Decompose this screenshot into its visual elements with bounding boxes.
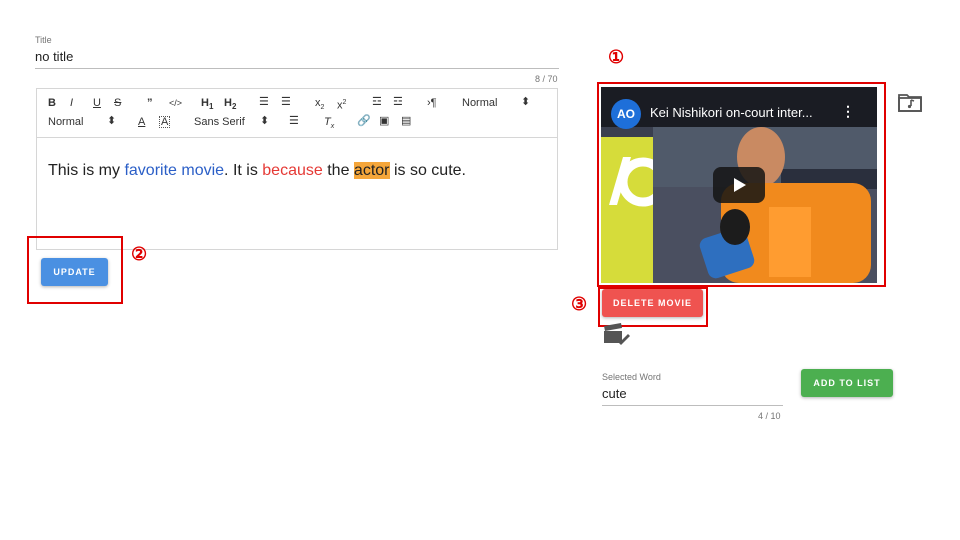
annotation-marker-1: ① xyxy=(608,47,625,67)
annotation-marker-3: ③ xyxy=(571,294,588,314)
header-select[interactable]: Normal xyxy=(462,97,497,109)
annotation-box-1 xyxy=(597,82,886,287)
code-button[interactable]: </> xyxy=(169,97,182,109)
font-color-icon[interactable]: A xyxy=(138,116,145,128)
header-select-arrows-icon[interactable]: ⬍ xyxy=(521,96,530,108)
strike-button[interactable]: S xyxy=(114,97,121,109)
bold-button[interactable]: B xyxy=(48,97,56,109)
align-icon[interactable]: ☰ xyxy=(289,115,299,127)
editor-text-plain: the xyxy=(322,162,354,179)
editor-toolbar: B I U S ” </> H1 H2 ☰ ☰ x2 x2 ☲ ☲ ›¶ Nor… xyxy=(37,89,557,138)
add-to-list-button[interactable]: ADD TO LIST xyxy=(801,369,893,397)
video-icon[interactable]: ▤ xyxy=(401,115,411,127)
blockquote-button[interactable]: ” xyxy=(147,97,153,109)
delete-movie-button[interactable]: DELETE MOVIE xyxy=(602,289,703,317)
editor-text-plain: . It is xyxy=(224,162,263,179)
editor-content[interactable]: This is my favorite movie. It is because… xyxy=(48,162,466,180)
update-button[interactable]: UPDATE xyxy=(41,258,108,286)
annotation-marker-2: ② xyxy=(131,244,148,264)
image-icon[interactable]: ▣ xyxy=(379,115,389,127)
title-label: Title xyxy=(35,35,52,45)
size-select[interactable]: Normal xyxy=(48,116,83,128)
selected-word-label: Selected Word xyxy=(602,372,661,382)
selected-word-input[interactable]: cute xyxy=(602,386,627,401)
selected-word-underline xyxy=(602,405,783,406)
superscript-button[interactable]: x2 xyxy=(337,97,346,112)
title-underline xyxy=(35,68,559,69)
editor-text-highlight: actor xyxy=(353,162,390,179)
underline-button[interactable]: U xyxy=(93,97,101,109)
link-icon[interactable]: 🔗 xyxy=(357,115,371,127)
subscript-button[interactable]: x2 xyxy=(315,97,324,114)
title-input[interactable]: no title xyxy=(35,49,73,64)
clear-format-icon[interactable]: Tx xyxy=(324,116,334,133)
editor-text-plain: is so cute. xyxy=(389,162,466,179)
indent-icon[interactable]: ☲ xyxy=(393,96,403,108)
ordered-list-icon[interactable]: ☰ xyxy=(259,96,269,108)
music-folder-icon[interactable] xyxy=(898,92,922,117)
editor-text-red: because xyxy=(262,162,323,179)
editor-text-blue: favorite movie xyxy=(124,162,225,179)
font-select-arrows-icon[interactable]: ⬍ xyxy=(260,115,269,127)
outdent-icon[interactable]: ☲ xyxy=(372,96,382,108)
selected-word-counter: 4 / 10 xyxy=(758,411,781,421)
h1-button[interactable]: H1 xyxy=(201,97,213,113)
clapperboard-edit-icon[interactable] xyxy=(603,323,631,350)
italic-button[interactable]: I xyxy=(70,97,73,109)
direction-icon[interactable]: ›¶ xyxy=(427,97,437,109)
title-counter: 8 / 70 xyxy=(535,74,558,84)
h2-button[interactable]: H2 xyxy=(224,97,236,113)
background-color-icon[interactable]: A xyxy=(159,116,171,128)
size-select-arrows-icon[interactable]: ⬍ xyxy=(107,115,116,127)
rich-text-editor: B I U S ” </> H1 H2 ☰ ☰ x2 x2 ☲ ☲ ›¶ Nor… xyxy=(36,88,558,250)
font-select[interactable]: Sans Serif xyxy=(194,116,245,128)
editor-text-plain: This is my xyxy=(48,162,125,179)
bullet-list-icon[interactable]: ☰ xyxy=(281,96,291,108)
